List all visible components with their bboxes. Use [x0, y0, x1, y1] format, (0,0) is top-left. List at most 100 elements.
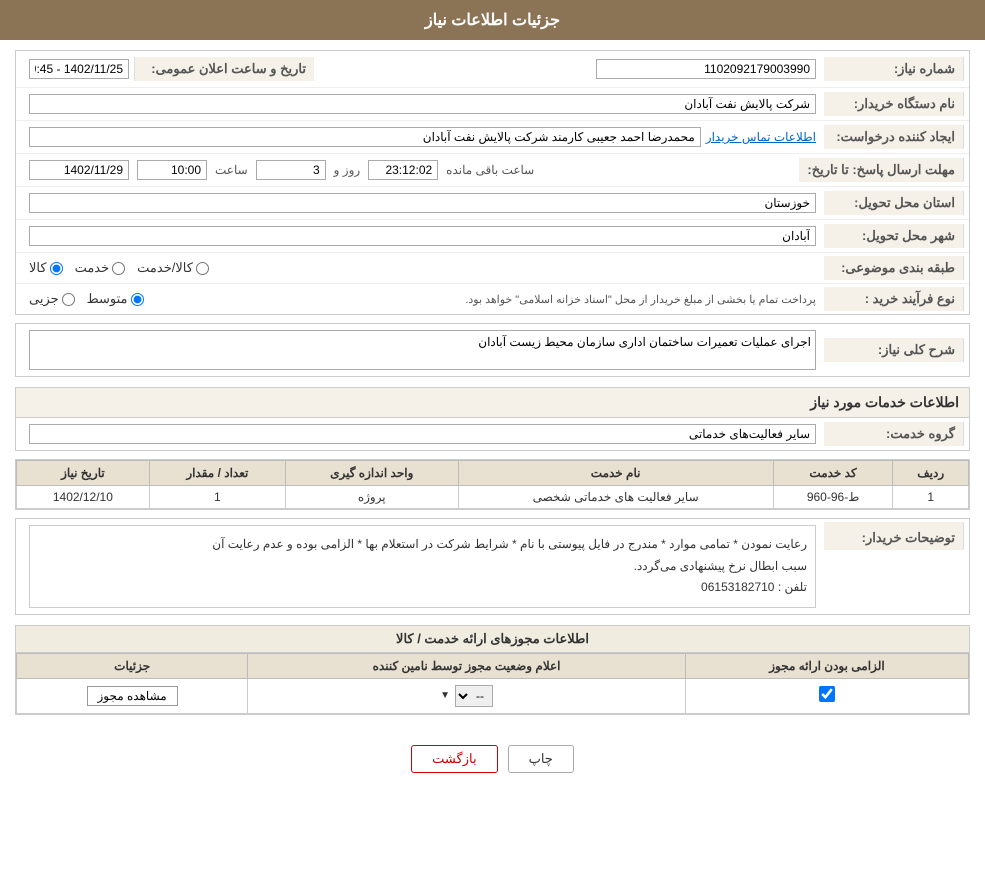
need-number-input[interactable] [596, 59, 816, 79]
remaining-time-input[interactable] [368, 160, 438, 180]
need-number-label: شماره نیاز: [824, 57, 964, 81]
radio-kala-khedmat-label: کالا/خدمت [137, 260, 193, 276]
reply-deadline-value-cell: ساعت باقی مانده روز و ساعت [21, 157, 799, 183]
radio-kala-label: کالا [29, 260, 47, 276]
permit-required-checkbox[interactable] [819, 686, 835, 702]
creator-input[interactable] [29, 127, 701, 147]
city-value-cell [21, 223, 824, 249]
permits-table-container: الزامی بودن ارائه مجوز اعلام وضعیت مجوز … [15, 652, 970, 715]
radio-kala-input[interactable] [50, 262, 63, 275]
permit-details-cell: مشاهده مجوز [17, 678, 248, 713]
need-description-form: شرح کلی نیاز: اجرای عملیات تعمیرات ساختم… [15, 323, 970, 377]
permits-section-title: اطلاعات مجوزهای ارائه خدمت / کالا [15, 625, 970, 652]
col-permit-details: جزئیات [17, 653, 248, 678]
radio-kala[interactable]: کالا [29, 260, 63, 276]
creator-row: ایجاد کننده درخواست: اطلاعات تماس خریدار [16, 121, 969, 154]
service-group-value-cell [21, 421, 824, 447]
notes-line1: رعایت نمودن * تمامی موارد * مندرج در فای… [38, 534, 807, 556]
view-permit-button[interactable]: مشاهده مجوز [87, 686, 178, 706]
buyer-notes-label: توضیحات خریدار: [824, 522, 964, 550]
col-permit-status: اعلام وضعیت مجوز توسط نامین کننده [248, 653, 686, 678]
content-area: شماره نیاز: تاریخ و ساعت اعلان عمومی: نا… [0, 40, 985, 798]
page-title: جزئیات اطلاعات نیاز [425, 12, 560, 29]
button-row: چاپ بازگشت [15, 730, 970, 788]
radio-motavasset-label: متوسط [87, 291, 128, 307]
radio-khedmat-input[interactable] [112, 262, 125, 275]
purchase-type-row: نوع فرآیند خرید : پرداخت تمام یا بخشی از… [16, 284, 969, 314]
col-service-name: نام خدمت [458, 461, 773, 486]
radio-jozi-label: جزیی [29, 291, 59, 307]
purchase-type-label: نوع فرآیند خرید : [824, 287, 964, 311]
need-description-row: شرح کلی نیاز: اجرای عملیات تعمیرات ساختم… [16, 324, 969, 376]
radio-jozi-input[interactable] [62, 293, 75, 306]
category-label: طبقه بندی موضوعی: [824, 256, 964, 280]
buyer-station-value-cell [21, 91, 824, 117]
time-input[interactable] [137, 160, 207, 180]
buyer-notes-row: توضیحات خریدار: رعایت نمودن * تمامی موار… [16, 519, 969, 614]
announce-datetime-input[interactable] [29, 59, 129, 79]
purchase-type-value-cell: پرداخت تمام یا بخشی از مبلغ خریدار از مح… [21, 288, 824, 310]
notes-line2: سبب ابطال نرخ پیشنهادی می‌گردد. [38, 556, 807, 578]
col-need-date: تاریخ نیاز [17, 461, 150, 486]
buyer-notes-section: توضیحات خریدار: رعایت نمودن * تمامی موار… [15, 518, 970, 615]
need-number-row: شماره نیاز: تاریخ و ساعت اعلان عمومی: [16, 51, 969, 88]
purchase-type-radio-group: متوسط جزیی [29, 291, 144, 307]
main-form-section: شماره نیاز: تاریخ و ساعت اعلان عمومی: نا… [15, 50, 970, 315]
chevron-down-icon: ▼ [440, 690, 450, 701]
radio-kala-khedmat-input[interactable] [196, 262, 209, 275]
cell-row-num: 1 [893, 486, 969, 509]
page-header: جزئیات اطلاعات نیاز [0, 0, 985, 40]
category-value-cell: کالا/خدمت خدمت کالا [21, 257, 824, 279]
radio-motavasset[interactable]: متوسط [87, 291, 144, 307]
days-label: روز و [334, 163, 361, 177]
col-quantity: تعداد / مقدار [149, 461, 285, 486]
permit-status-select[interactable]: -- [455, 685, 493, 707]
province-input[interactable] [29, 193, 816, 213]
city-row: شهر محل تحویل: [16, 220, 969, 253]
contact-link[interactable]: اطلاعات تماس خریدار [706, 130, 816, 144]
radio-kala-khedmat[interactable]: کالا/خدمت [137, 260, 209, 276]
radio-khedmat[interactable]: خدمت [75, 260, 126, 276]
services-table: ردیف کد خدمت نام خدمت واحد اندازه گیری ت… [16, 460, 969, 509]
services-section-title: اطلاعات خدمات مورد نیاز [15, 387, 970, 417]
permits-table: الزامی بودن ارائه مجوز اعلام وضعیت مجوز … [16, 653, 969, 714]
category-radio-group: کالا/خدمت خدمت کالا [29, 260, 209, 276]
need-description-textarea[interactable]: اجرای عملیات تعمیرات ساختمان اداری سازما… [29, 330, 816, 370]
services-table-container: ردیف کد خدمت نام خدمت واحد اندازه گیری ت… [15, 459, 970, 510]
table-row: 1 ط-96-960 سایر فعالیت های خدماتی شخصی پ… [17, 486, 969, 509]
print-button[interactable]: چاپ [508, 745, 574, 773]
col-row-num: ردیف [893, 461, 969, 486]
days-input[interactable] [256, 160, 326, 180]
cell-quantity: 1 [149, 486, 285, 509]
cell-service-code: ط-96-960 [773, 486, 893, 509]
cell-service-name: سایر فعالیت های خدماتی شخصی [458, 486, 773, 509]
buyer-station-label: نام دستگاه خریدار: [824, 92, 964, 116]
province-label: استان محل تحویل: [824, 191, 964, 215]
radio-motavasset-input[interactable] [131, 293, 144, 306]
col-service-code: کد خدمت [773, 461, 893, 486]
need-description-value-cell: اجرای عملیات تعمیرات ساختمان اداری سازما… [21, 327, 824, 373]
buyer-station-row: نام دستگاه خریدار: [16, 88, 969, 121]
col-permit-required: الزامی بودن ارائه مجوز [685, 653, 968, 678]
creator-value-cell: اطلاعات تماس خریدار [21, 124, 824, 150]
permit-status-cell: -- ▼ [248, 678, 686, 713]
radio-jozi[interactable]: جزیی [29, 291, 75, 307]
purchase-type-note: پرداخت تمام یا بخشی از مبلغ خریدار از مح… [159, 293, 816, 306]
city-label: شهر محل تحویل: [824, 224, 964, 248]
reply-date-input[interactable] [29, 160, 129, 180]
buyer-station-input[interactable] [29, 94, 816, 114]
cell-need-date: 1402/12/10 [17, 486, 150, 509]
col-unit: واحد اندازه گیری [285, 461, 458, 486]
service-group-input[interactable] [29, 424, 816, 444]
phone-label: تلفن : [778, 580, 807, 594]
category-row: طبقه بندی موضوعی: کالا/خدمت خدمت [16, 253, 969, 284]
permit-row: -- ▼ مشاهده مجوز [17, 678, 969, 713]
city-input[interactable] [29, 226, 816, 246]
notes-phone: تلفن : 06153182710 [38, 577, 807, 599]
page-container: جزئیات اطلاعات نیاز شماره نیاز: تاریخ و … [0, 0, 985, 875]
service-group-label: گروه خدمت: [824, 422, 964, 446]
back-button[interactable]: بازگشت [411, 745, 497, 773]
phone-value: 06153182710 [701, 580, 774, 594]
need-description-label: شرح کلی نیاز: [824, 338, 964, 362]
announce-label: تاریخ و ساعت اعلان عمومی: [134, 57, 314, 81]
